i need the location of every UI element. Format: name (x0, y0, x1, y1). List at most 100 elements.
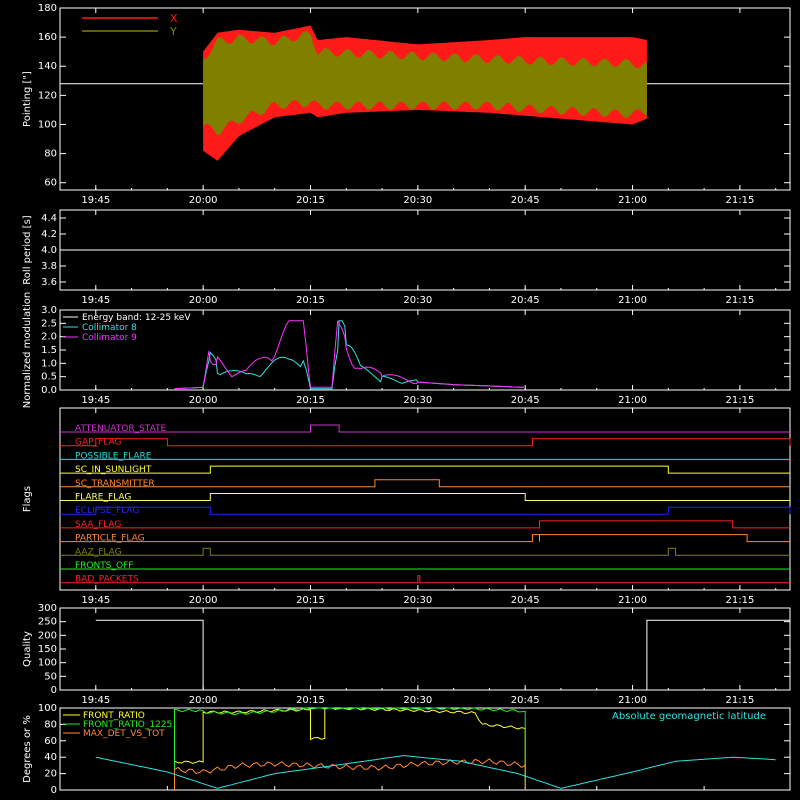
flag-label: POSSIBLE_FLARE (75, 451, 152, 461)
x-tick-label: 20:00 (189, 295, 218, 306)
x-tick-label: 21:00 (618, 295, 647, 306)
x-tick-label: 20:45 (511, 395, 540, 406)
flag-line-flare-flag (60, 493, 790, 501)
y-axis-label: Flags (22, 486, 33, 512)
legend-label: Collimator 8 (82, 323, 137, 333)
y-axis-label: Roll period [s] (22, 215, 33, 284)
y-tick-label: 100 (38, 658, 57, 669)
x-tick-label: 21:15 (725, 595, 754, 606)
y-tick-label: 120 (38, 90, 57, 101)
y-tick-label: 200 (38, 630, 57, 641)
y-tick-label: 4.2 (41, 229, 57, 240)
flag-line-attenuator-state (60, 424, 790, 433)
x-tick-label: 20:15 (296, 595, 325, 606)
y-tick-label: 50 (44, 671, 57, 682)
flag-line-bad-packets (60, 575, 790, 584)
x-tick-label: 20:45 (511, 195, 540, 206)
y-tick-label: 2.5 (41, 318, 57, 329)
y-tick-label: 100 (38, 703, 57, 714)
y-tick-label: 1.5 (41, 345, 57, 356)
flag-label: FRONTS_OFF (75, 561, 133, 571)
legend-label: MAX_DET_VS_TOT (83, 729, 165, 739)
x-tick-label: 21:15 (725, 695, 754, 706)
flag-line-sc-in-sunlight (60, 465, 790, 474)
legend-label: Y (169, 25, 177, 38)
x-tick-label: 20:45 (511, 695, 540, 706)
x-tick-label: 21:00 (618, 395, 647, 406)
x-tick-label: 21:15 (725, 195, 754, 206)
y-tick-label: 4.0 (41, 245, 57, 256)
y-tick-label: 80 (44, 719, 57, 730)
legend-label: X (170, 12, 178, 25)
flag-line-aaz-flag (60, 547, 790, 556)
y-tick-label: 3.6 (41, 277, 57, 288)
series-front-ratio (174, 707, 526, 790)
y-tick-label: 3.8 (41, 261, 57, 272)
y-tick-label: 4.4 (41, 213, 57, 224)
quicklook-figure: 19:45 20:00 20:15 20:30 20:45 21:00 21:15 Point… (22, 3, 791, 796)
y-axis-label: Pointing ["] (22, 71, 33, 127)
y-tick-label: 80 (44, 149, 57, 160)
y-tick-label: 20 (44, 769, 57, 780)
x-tick-label: 20:45 (511, 595, 540, 606)
x-tick-label: 20:30 (403, 295, 432, 306)
flag-label: SAA_FLAG (75, 520, 121, 530)
y-tick-label: 60 (44, 178, 57, 189)
flag-label: GAP_FLAG (75, 438, 121, 448)
y-tick-label: 0 (51, 785, 57, 796)
legend-label: Energy band: 12-25 keV (82, 313, 191, 323)
x-tick-label: 20:15 (296, 195, 325, 206)
x-tick-label: 20:00 (189, 595, 218, 606)
x-tick-label: 19:45 (81, 695, 110, 706)
x-tick-label: 21:15 (725, 295, 754, 306)
panel-4-frame (59, 407, 791, 591)
flag-label: ATTENUATOR_STATE (75, 424, 167, 434)
x-tick-label: 21:15 (725, 395, 754, 406)
x-tick-label: 20:00 (189, 695, 218, 706)
y-axis-label: Degrees or % (22, 715, 33, 783)
y-tick-label: 0 (51, 685, 57, 696)
x-tick-label: 21:00 (618, 695, 647, 706)
y-tick-label: 300 (38, 603, 57, 614)
y-axis-label: Quality (22, 631, 33, 667)
y-tick-label: 0.5 (41, 372, 57, 383)
x-tick-label: 20:15 (296, 695, 325, 706)
y-tick-label: 2.0 (41, 332, 57, 343)
series-collimator-9 (174, 320, 524, 390)
flag-label: BAD_PACKETS (75, 575, 139, 585)
y-tick-label: 1.0 (41, 358, 57, 369)
flag-line-particle-flag (60, 534, 790, 543)
x-tick-label: 20:45 (511, 295, 540, 306)
flag-label: SC_IN_SUNLIGHT (75, 465, 152, 475)
x-tick-label: 20:00 (189, 195, 218, 206)
x-tick-label: 20:30 (403, 595, 432, 606)
y-tick-label: 250 (38, 617, 57, 628)
flag-line-eclipse-flag (60, 506, 791, 515)
y-tick-label: 100 (38, 119, 57, 130)
x-tick-label: 21:00 (618, 595, 647, 606)
x-tick-label: 19:45 (81, 295, 110, 306)
x-tick-label: 20:00 (189, 395, 218, 406)
y-tick-label: 3.0 (41, 305, 57, 316)
flag-label: ECLIPSE_FLAG (75, 506, 139, 516)
x-tick-label: 20:30 (403, 195, 432, 206)
legend-label: Collimator 9 (82, 333, 137, 343)
y-tick-label: 40 (44, 752, 57, 763)
geomagnetic-latitude-label: Absolute geomagnetic latitude (612, 711, 766, 722)
flag-label: PARTICLE_FLAG (75, 534, 145, 544)
x-tick-label: 19:45 (81, 395, 110, 406)
flag-line-sc-transmitter (60, 479, 790, 488)
y-tick-label: 140 (38, 61, 57, 72)
x-tick-label: 20:15 (296, 395, 325, 406)
flag-line-saa-flag (60, 520, 790, 529)
flag-label: FLARE_FLAG (75, 493, 131, 503)
y-axis-label: Normalized modulation (22, 292, 33, 409)
x-tick-label: 20:30 (403, 395, 432, 406)
y-tick-label: 0.0 (41, 385, 57, 396)
y-tick-label: 150 (38, 644, 57, 655)
series-collimator-8 (174, 320, 524, 390)
x-tick-label: 19:45 (81, 595, 110, 606)
y-tick-label: 180 (38, 3, 57, 14)
flag-line-gap-flag (60, 438, 791, 447)
x-tick-label: 19:45 (81, 195, 110, 206)
